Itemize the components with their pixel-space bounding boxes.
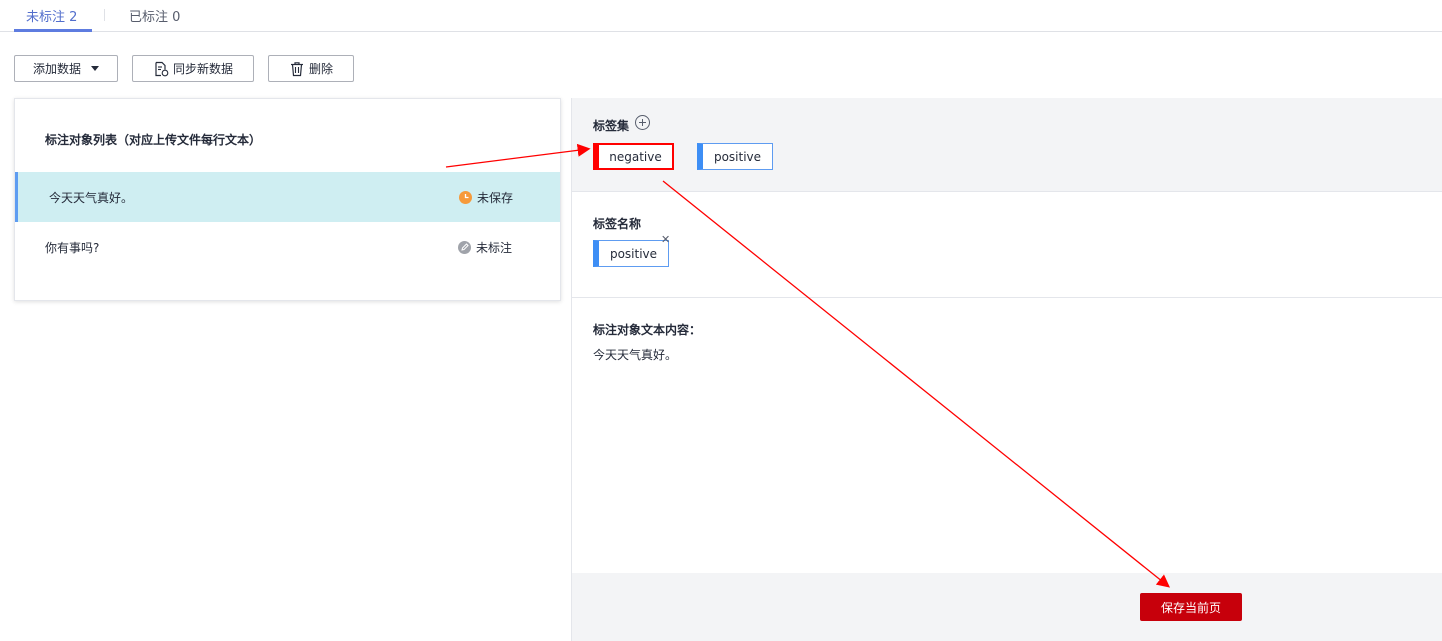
add-tag-icon[interactable] xyxy=(635,115,650,130)
content-text: 今天天气真好。 xyxy=(593,348,678,362)
tagset-label: 标签集 xyxy=(593,119,630,133)
tag-name-label: 标签名称 xyxy=(593,217,642,231)
tag-name-section: 标签名称 positive ✕ xyxy=(572,193,1442,298)
list-item-text: 今天天气真好。 xyxy=(49,191,134,205)
tagset-section: 标签集 negative positive xyxy=(572,98,1442,192)
tab-bar: 未标注 2 已标注 0 xyxy=(0,0,1442,32)
tab-active-indicator xyxy=(14,29,92,32)
tab-unlabeled[interactable]: 未标注 2 xyxy=(26,6,77,25)
list-item[interactable]: 今天天气真好。 未保存 xyxy=(15,172,560,222)
tag-positive[interactable]: positive xyxy=(697,143,773,170)
document-sync-icon xyxy=(153,61,169,77)
sync-data-button[interactable]: 同步新数据 xyxy=(132,55,254,82)
tab-divider xyxy=(104,9,105,21)
tab-labeled[interactable]: 已标注 0 xyxy=(129,6,180,25)
footer-bar: 保存当前页 xyxy=(572,573,1442,641)
sync-data-label: 同步新数据 xyxy=(172,62,233,76)
status-badge: 未保存 xyxy=(459,189,513,206)
selected-tag: positive xyxy=(593,240,669,267)
delete-label: 删除 xyxy=(308,62,333,76)
content-label: 标注对象文本内容： xyxy=(593,323,702,337)
annotation-panel: 标签集 negative positive 标签名称 positive ✕ 标注… xyxy=(571,98,1442,641)
caret-down-icon xyxy=(91,66,99,71)
status-badge: 未标注 xyxy=(458,239,512,256)
object-list-panel: 标注对象列表（对应上传文件每行文本） 今天天气真好。 未保存 你有事吗? 未标注 xyxy=(14,98,561,301)
content-section: 标注对象文本内容： 今天天气真好。 xyxy=(572,299,1442,572)
tag-negative[interactable]: negative xyxy=(593,143,674,170)
edit-icon xyxy=(458,241,471,254)
close-icon[interactable]: ✕ xyxy=(661,234,670,245)
clock-icon xyxy=(459,191,472,204)
status-text: 未保存 xyxy=(477,191,514,205)
trash-icon xyxy=(289,61,305,77)
delete-button[interactable]: 删除 xyxy=(268,55,354,82)
status-text: 未标注 xyxy=(476,241,513,255)
add-data-label: 添加数据 xyxy=(32,62,81,76)
save-page-button[interactable]: 保存当前页 xyxy=(1140,593,1242,621)
add-data-button[interactable]: 添加数据 xyxy=(14,55,118,82)
list-item[interactable]: 你有事吗? 未标注 xyxy=(15,222,560,272)
object-list-title: 标注对象列表（对应上传文件每行文本） xyxy=(45,133,262,147)
list-item-text: 你有事吗? xyxy=(45,241,100,255)
